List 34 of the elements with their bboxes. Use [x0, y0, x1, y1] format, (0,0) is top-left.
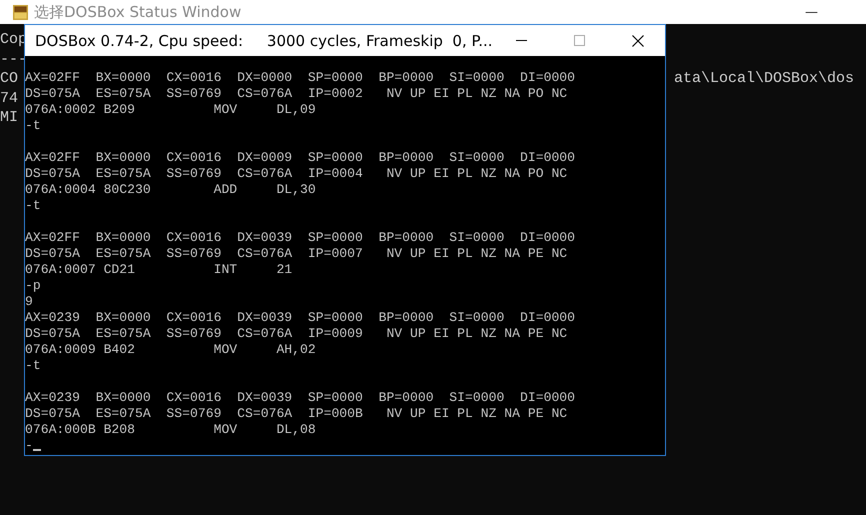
close-icon — [632, 34, 644, 46]
console-text: ata\Local\DOSBox\dos — [674, 70, 854, 88]
maximize-icon — [574, 35, 586, 46]
minimize-button[interactable]: — — [805, 4, 818, 20]
console-text: 74 — [0, 90, 20, 107]
console-line: DS=075A ES=075A SS=0769 CS=076A IP=0004 NV UP EI PL NZ NA PO NC — [25, 166, 568, 182]
console-text: --- — [0, 50, 24, 68]
console-line: - — [25, 438, 33, 454]
console-line: AX=02FF BX=0000 CX=0016 DX=0000 SP=0000 BP=0000 SI=0000 DI=0000 — [25, 70, 576, 86]
console-line: -t — [25, 118, 41, 134]
box-logo-icon — [13, 4, 28, 20]
window-title: 选择DOSBox Status Window — [34, 2, 242, 22]
console-line: DS=075A ES=075A SS=0769 CS=076A IP=0002 NV UP EI PL NZ NA PO NC — [25, 86, 568, 102]
console-text: CO — [0, 70, 20, 88]
console-line: 076A:000B B208 MOV DL,08 — [25, 422, 316, 438]
console-line: -t — [25, 358, 41, 374]
console-line: 076A:0009 B402 MOV AH,02 — [25, 342, 316, 358]
text-cursor — [32, 449, 41, 451]
minimize-icon — [516, 40, 528, 41]
window-title: DOSBox 0.74-2, Cpu speed: 3000 cycles, Frameskip 0, P... — [35, 32, 493, 50]
console-line: 076A:0002 B209 MOV DL,09 — [25, 102, 316, 118]
console-line: AX=02FF BX=0000 CX=0016 DX=0039 SP=0000 BP=0000 SI=0000 DI=0000 — [25, 230, 576, 246]
console-line: DS=075A ES=075A SS=0769 CS=076A IP=000B NV UP EI PL NZ NA PE NC — [25, 406, 568, 422]
console-line: 9 — [25, 294, 33, 310]
console-line: AX=0239 BX=0000 CX=0016 DX=0039 SP=0000 BP=0000 SI=0000 DI=0000 — [25, 390, 576, 406]
console-line: AX=02FF BX=0000 CX=0016 DX=0009 SP=0000 BP=0000 SI=0000 DI=0000 — [25, 150, 576, 166]
console-line: -p — [25, 278, 41, 294]
console-line: 076A:0007 CD21 INT 21 — [25, 262, 292, 278]
console-line: AX=0239 BX=0000 CX=0016 DX=0039 SP=0000 BP=0000 SI=0000 DI=0000 — [25, 310, 576, 326]
console-line: 076A:0004 80C230 ADD DL,30 — [25, 182, 316, 198]
console-line: DS=075A ES=075A SS=0769 CS=076A IP=0007 NV UP EI PL NZ NA PE NC — [25, 246, 568, 262]
console-line: -t — [25, 198, 41, 214]
console-line: DS=075A ES=075A SS=0769 CS=076A IP=0009 NV UP EI PL NZ NA PE NC — [25, 326, 568, 342]
console-text: MI — [0, 109, 20, 126]
